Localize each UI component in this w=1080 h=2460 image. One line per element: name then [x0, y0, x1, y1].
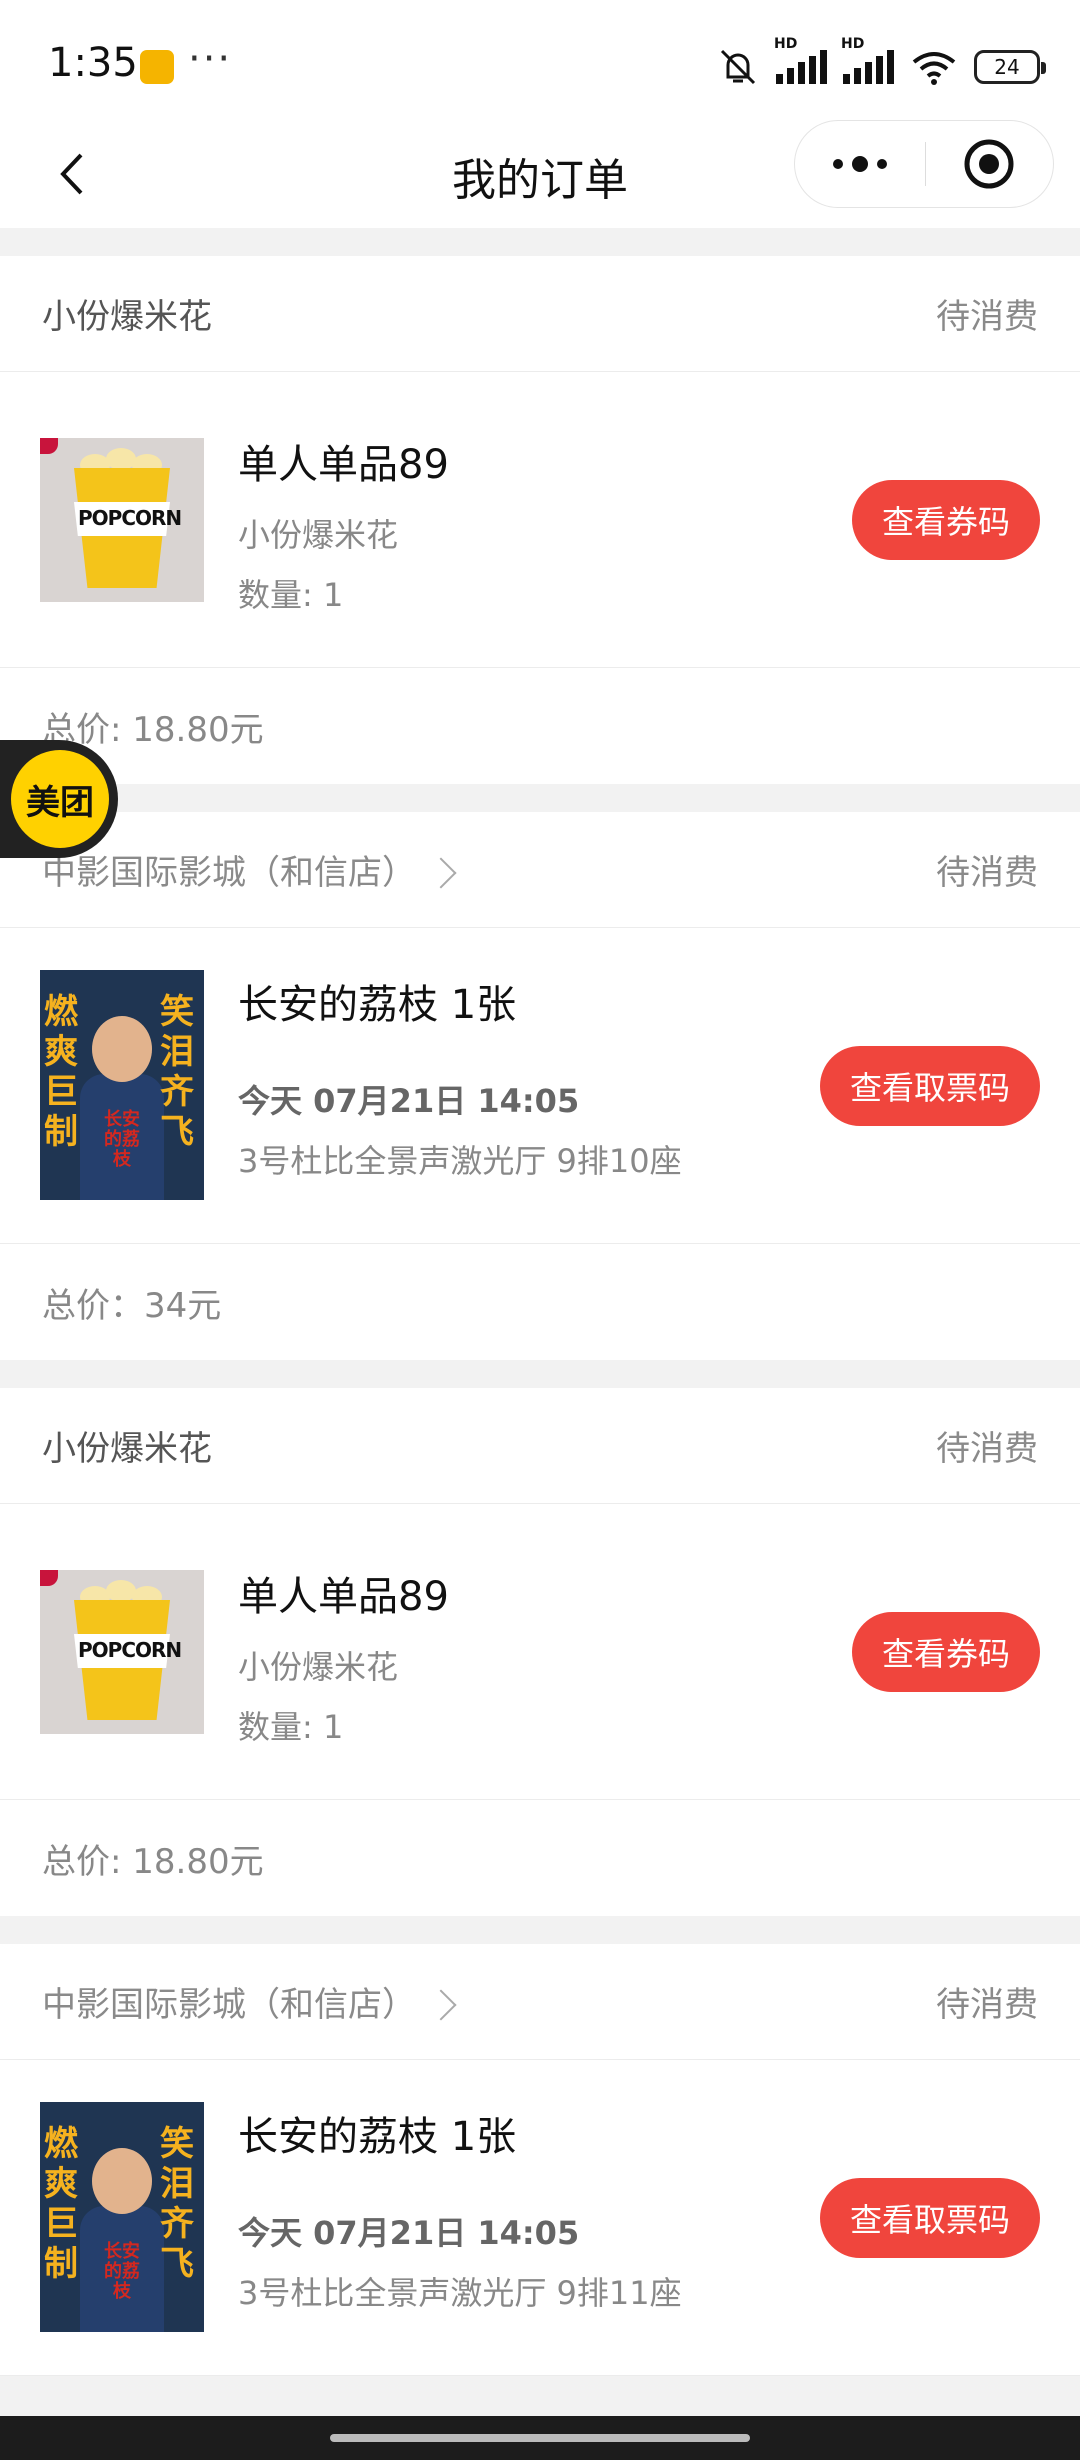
- cinema-name: 中影国际影城（和信店）: [42, 1985, 416, 2025]
- showtime: 今天 07月21日 14:05: [238, 2214, 580, 2252]
- cup-label: POPCORN: [78, 506, 182, 530]
- cinema-name-link[interactable]: 中影国际影城（和信店）: [42, 845, 457, 894]
- battery-icon: 24: [974, 50, 1046, 84]
- view-voucher-button[interactable]: 查看券码: [852, 480, 1040, 560]
- cinema-name: 中影国际影城（和信店）: [42, 853, 416, 893]
- shop-name: 小份爆米花: [42, 1429, 212, 1469]
- poster-logo: 长安的荔枝: [104, 2241, 140, 2302]
- item-title: 单人单品89: [238, 442, 449, 488]
- view-ticket-code-button[interactable]: 查看取票码: [820, 2178, 1040, 2258]
- order-status: 待消费: [936, 1429, 1038, 1469]
- cinema-name-link[interactable]: 中影国际影城（和信店）: [42, 1977, 457, 2026]
- order-card[interactable]: 中影国际影城（和信店） 待消费 燃爽巨制 笑泪齐飞 长安的荔枝 长安的荔枝 1张…: [0, 1944, 1080, 2376]
- showtime: 今天 07月21日 14:05: [238, 1082, 580, 1120]
- signal-icon: HD: [841, 36, 894, 84]
- order-card[interactable]: 小份爆米花 待消费 POPCORN 单人单品89 小份爆米花 数量: 1 查看券…: [0, 256, 1080, 784]
- order-total: 总价: 18.80元: [42, 1841, 264, 1882]
- chevron-right-icon: [425, 1988, 457, 2021]
- order-body: POPCORN 单人单品89 小份爆米花 数量: 1 查看券码: [0, 1504, 1080, 1800]
- movie-poster: 燃爽巨制 笑泪齐飞 长安的荔枝: [40, 970, 204, 1200]
- view-ticket-code-button[interactable]: 查看取票码: [820, 1046, 1040, 1126]
- poster-slogan-right: 笑泪齐飞: [160, 2124, 194, 2284]
- status-time: 1:35: [48, 40, 138, 86]
- order-card[interactable]: 小份爆米花 待消费 POPCORN 单人单品89 小份爆米花 数量: 1 查看券…: [0, 1388, 1080, 1916]
- movie-title: 长安的荔枝 1张: [238, 2114, 517, 2160]
- item-title: 单人单品89: [238, 1574, 449, 1620]
- order-body: POPCORN 单人单品89 小份爆米花 数量: 1 查看券码: [0, 372, 1080, 668]
- item-desc: 小份爆米花: [238, 516, 399, 554]
- item-quantity: 数量: 1: [238, 1708, 344, 1746]
- seat-info: 3号杜比全景声激光厅 9排10座: [238, 1142, 682, 1180]
- mute-bell-icon: [720, 49, 756, 85]
- order-total: 总价: 18.80元: [42, 709, 264, 750]
- chevron-right-icon: [425, 856, 457, 889]
- shop-name: 小份爆米花: [42, 297, 212, 337]
- order-body: 燃爽巨制 笑泪齐飞 长安的荔枝 长安的荔枝 1张 今天 07月21日 14:05…: [0, 928, 1080, 1244]
- app-notification-icon: [140, 50, 174, 84]
- movie-title: 长安的荔枝 1张: [238, 982, 517, 1028]
- order-header: 中影国际影城（和信店） 待消费: [0, 1944, 1080, 2060]
- status-bar: 1:35 ··· HD HD 24: [0, 0, 1080, 120]
- more-dots-icon: [832, 159, 843, 169]
- home-indicator[interactable]: [330, 2434, 750, 2442]
- signal-icon: HD: [774, 36, 827, 84]
- cup-label: POPCORN: [78, 1638, 182, 1662]
- more-button[interactable]: [795, 156, 925, 172]
- target-circle-icon: [964, 139, 1014, 189]
- order-list: 小份爆米花 待消费 POPCORN 单人单品89 小份爆米花 数量: 1 查看券…: [0, 256, 1080, 2404]
- poster-slogan-left: 燃爽巨制: [44, 2124, 78, 2284]
- meituan-logo: 美团: [11, 750, 109, 848]
- order-total: 总价：34元: [42, 1285, 222, 1326]
- status-dots: ···: [188, 36, 233, 82]
- order-header: 小份爆米花 待消费: [0, 256, 1080, 372]
- order-status: 待消费: [936, 297, 1038, 337]
- poster-slogan-left: 燃爽巨制: [44, 992, 78, 1152]
- order-card[interactable]: 中影国际影城（和信店） 待消费 燃爽巨制 笑泪齐飞 长安的荔枝 长安的荔枝 1张…: [0, 812, 1080, 1360]
- order-body: 燃爽巨制 笑泪齐飞 长安的荔枝 长安的荔枝 1张 今天 07月21日 14:05…: [0, 2060, 1080, 2376]
- seat-info: 3号杜比全景声激光厅 9排11座: [238, 2274, 682, 2312]
- order-status: 待消费: [936, 1985, 1038, 2025]
- gesture-bar: [0, 2416, 1080, 2460]
- popcorn-thumbnail: POPCORN: [40, 438, 204, 602]
- order-header: 小份爆米花 待消费: [0, 1388, 1080, 1504]
- item-quantity: 数量: 1: [238, 576, 344, 614]
- view-voucher-button[interactable]: 查看券码: [852, 1612, 1040, 1692]
- status-icons: HD HD 24: [716, 36, 1046, 90]
- movie-poster: 燃爽巨制 笑泪齐飞 长安的荔枝: [40, 2102, 204, 2332]
- miniprogram-capsule: [794, 120, 1054, 208]
- item-desc: 小份爆米花: [238, 1648, 399, 1686]
- order-status: 待消费: [936, 853, 1038, 893]
- poster-logo: 长安的荔枝: [104, 1109, 140, 1170]
- poster-slogan-right: 笑泪齐飞: [160, 992, 194, 1152]
- popcorn-thumbnail: POPCORN: [40, 1570, 204, 1734]
- nav-bar: 我的订单: [0, 120, 1080, 228]
- order-header: 中影国际影城（和信店） 待消费: [0, 812, 1080, 928]
- close-miniprogram-button[interactable]: [926, 138, 1054, 190]
- wifi-icon: [912, 52, 956, 85]
- meituan-float-button[interactable]: 美团: [0, 740, 118, 858]
